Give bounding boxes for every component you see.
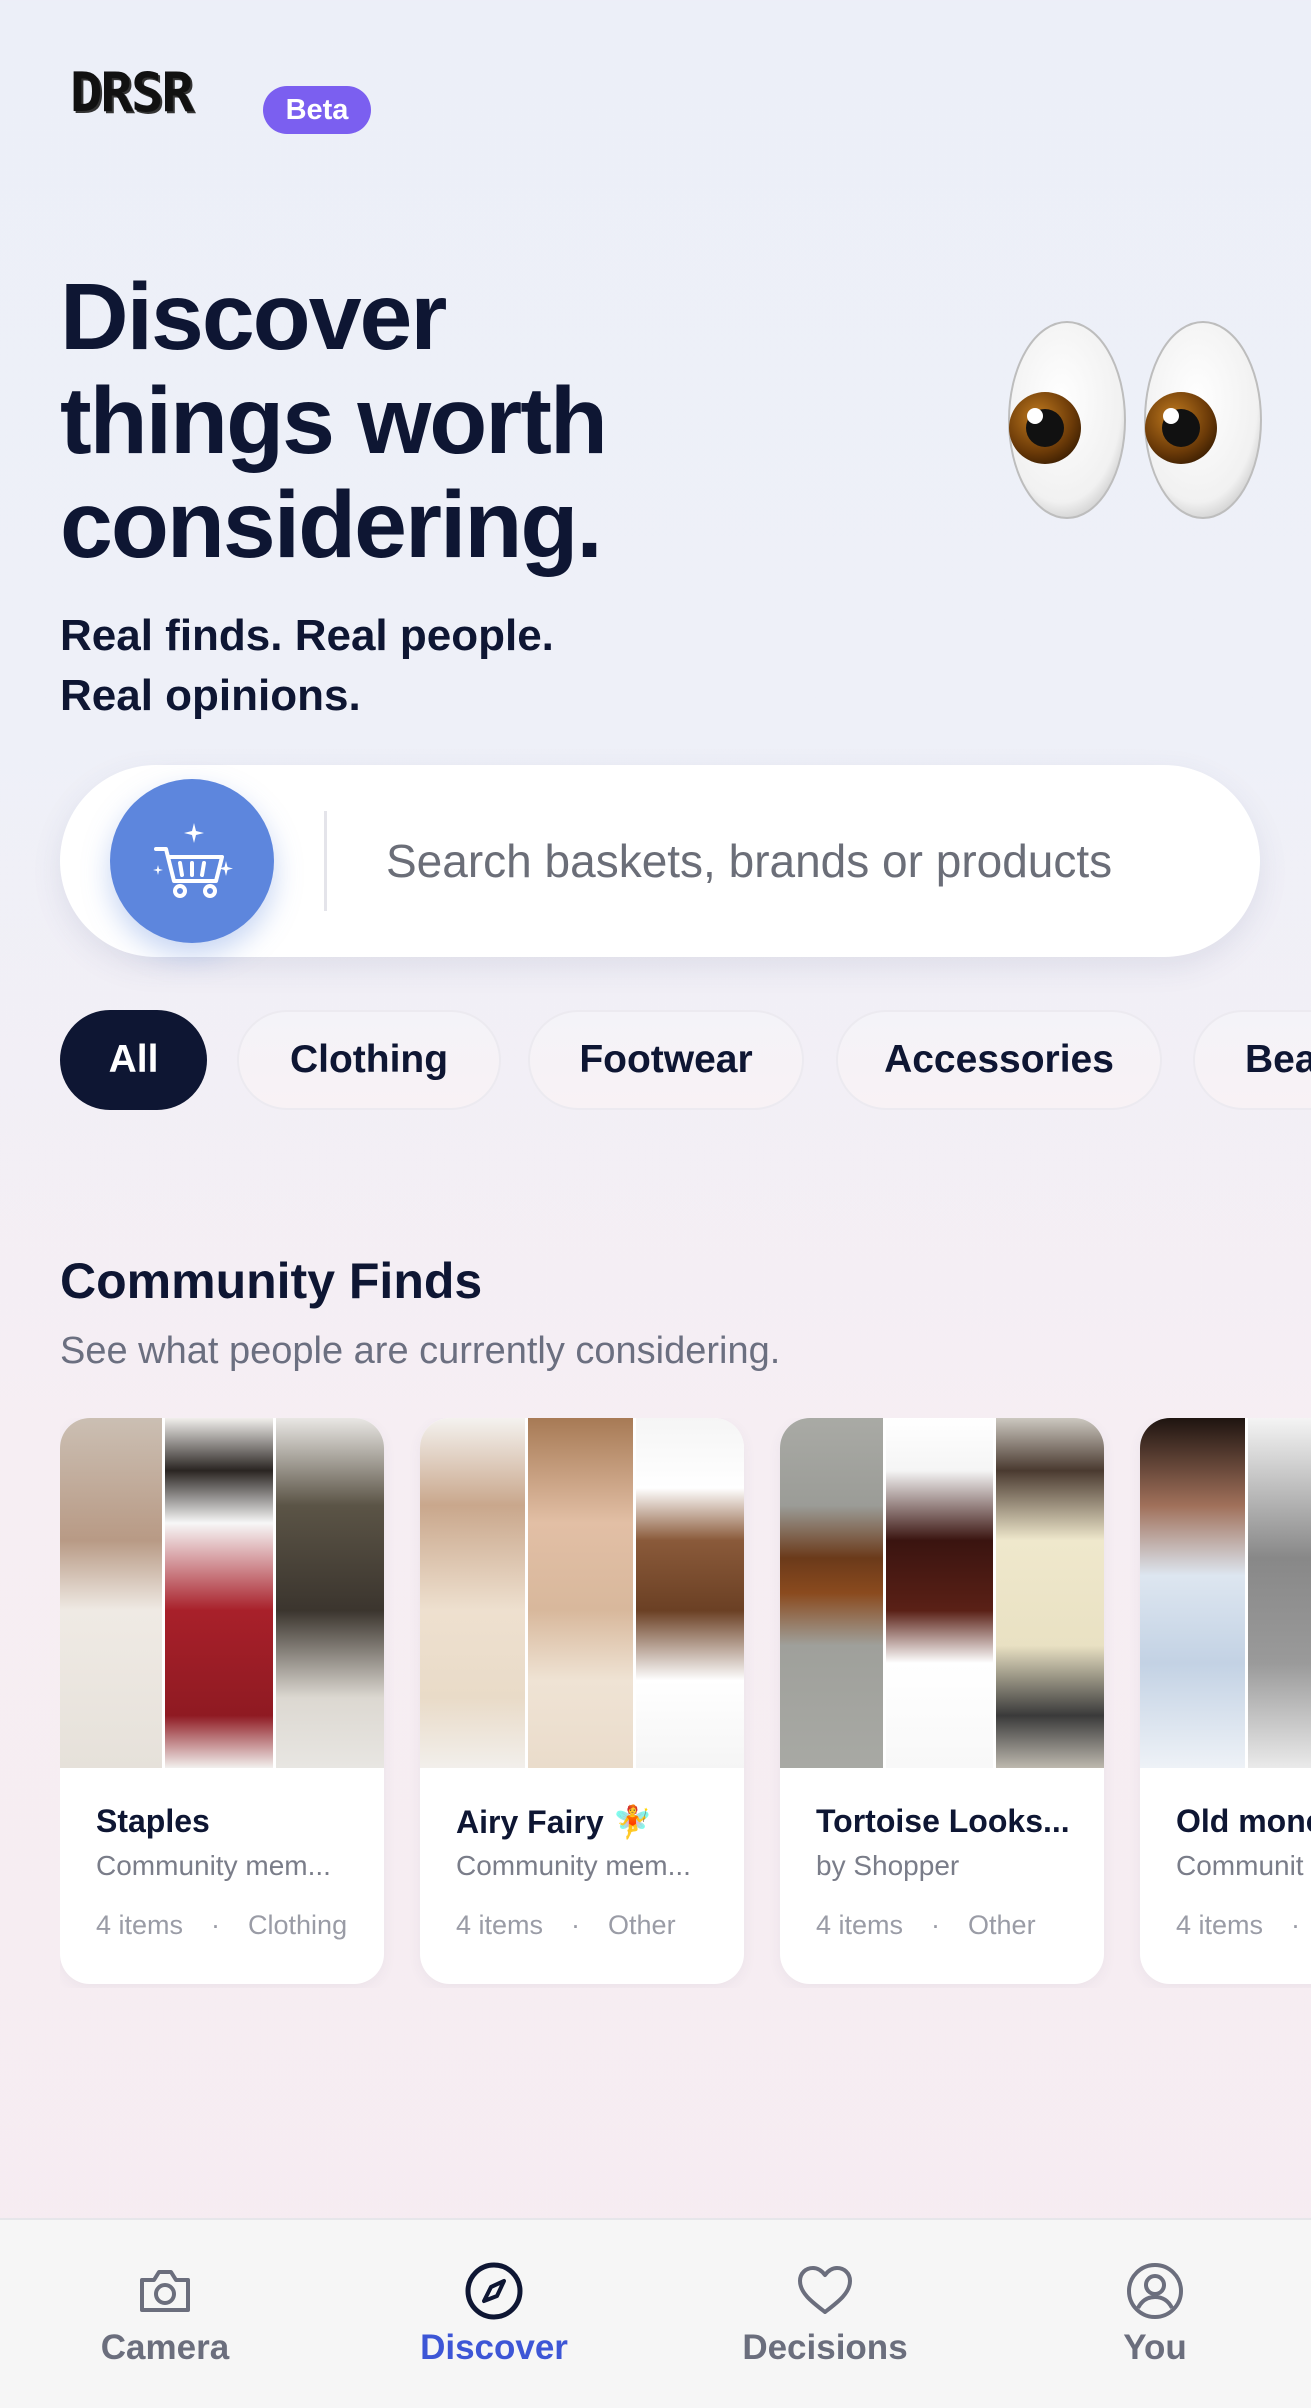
card-image-collage [60, 1418, 384, 1768]
logo-text: DRSR [70, 60, 194, 124]
tab-label: Discover [420, 2328, 568, 2367]
basket-card[interactable]: Staples Community mem... 4 items · Cloth… [60, 1418, 384, 1984]
section-title: Community Finds [60, 1253, 483, 1309]
tab-you[interactable]: You [1035, 2260, 1275, 2368]
basket-card[interactable]: Tortoise Looks... by Shopper 4 items · O… [780, 1418, 1104, 1984]
product-image [60, 1418, 165, 1768]
product-image [165, 1418, 276, 1768]
card-meta: 4 items · Other [456, 1910, 676, 1941]
heart-icon [798, 2266, 852, 2314]
tab-label: Decisions [742, 2328, 908, 2367]
card-title: Staples [96, 1803, 210, 1839]
product-image [276, 1418, 384, 1768]
card-item-count: 4 items [816, 1910, 904, 1940]
product-image [996, 1418, 1104, 1768]
card-author: by Shopper [816, 1850, 960, 1881]
chip-clothing[interactable]: Clothing [237, 1010, 501, 1110]
chip-footwear[interactable]: Footwear [528, 1010, 804, 1110]
chip-accessories[interactable]: Accessories [836, 1010, 1162, 1110]
tab-discover[interactable]: Discover [374, 2260, 614, 2368]
subline-line: Real opinions. [60, 671, 361, 720]
basket-card[interactable]: Old mone Communit 4 items · [1140, 1418, 1311, 1984]
beta-badge: Beta [263, 86, 371, 134]
tab-label: You [1123, 2328, 1187, 2367]
product-image [420, 1418, 528, 1768]
hero-subline: Real finds. Real people. Real opinions. [60, 606, 760, 726]
card-category: Other [608, 1910, 676, 1940]
cart-search-button[interactable] [110, 779, 274, 943]
meta-separator: · [1291, 1910, 1301, 1940]
camera-icon [140, 2270, 190, 2312]
meta-separator: · [571, 1910, 581, 1940]
product-image [528, 1418, 636, 1768]
meta-separator: · [931, 1910, 941, 1940]
product-image [886, 1418, 996, 1768]
tab-label: Camera [100, 2328, 230, 2367]
product-image [1248, 1418, 1311, 1768]
app-logo: DRSR [70, 60, 194, 124]
card-meta: 4 items · Clothing [96, 1910, 347, 1941]
search-divider [324, 811, 327, 911]
headline-line: considering. [60, 472, 603, 578]
compass-icon [465, 2262, 523, 2320]
card-author: Community mem... [96, 1850, 331, 1881]
tab-decisions[interactable]: Decisions [705, 2260, 945, 2368]
eyes-emoji [1008, 321, 1262, 519]
product-image [1140, 1418, 1248, 1768]
card-meta: 4 items · Other [816, 1910, 1036, 1941]
card-item-count: 4 items [1176, 1910, 1264, 1940]
card-title: Tortoise Looks... [816, 1803, 1070, 1839]
chip-all[interactable]: All [60, 1010, 207, 1110]
basket-card[interactable]: Airy Fairy 🧚 Community mem... 4 items · … [420, 1418, 744, 1984]
card-item-count: 4 items [456, 1910, 544, 1940]
search-bar [60, 765, 1260, 957]
card-meta: 4 items · [1176, 1910, 1300, 1941]
product-image [780, 1418, 886, 1768]
tab-camera[interactable]: Camera [45, 2260, 285, 2368]
chip-beauty[interactable]: Bea [1193, 1010, 1311, 1110]
card-category: Clothing [248, 1910, 348, 1940]
category-chips: All Clothing Footwear Accessories Bea [60, 1010, 1311, 1116]
cart-sparkle-icon [153, 823, 233, 898]
headline-line: things worth [60, 368, 608, 474]
card-category: Other [968, 1910, 1036, 1940]
card-image-collage [1140, 1418, 1311, 1768]
card-title: Old mone [1176, 1803, 1311, 1839]
headline-line: Discover [60, 264, 447, 370]
card-item-count: 4 items [96, 1910, 184, 1940]
card-author: Community mem... [456, 1850, 691, 1881]
hero-headline: Discover things worth considering. [60, 265, 760, 577]
search-input[interactable] [386, 821, 1166, 901]
card-title: Airy Fairy 🧚 [456, 1804, 653, 1840]
card-author: Communit [1176, 1850, 1304, 1881]
bottom-tab-bar: Camera Discover Decisions You [0, 2218, 1311, 2408]
subline-line: Real finds. Real people. [60, 611, 554, 660]
community-cards: Staples Community mem... 4 items · Cloth… [60, 1418, 1311, 1988]
product-image [636, 1418, 744, 1768]
user-icon [1127, 2263, 1183, 2319]
card-image-collage [420, 1418, 744, 1768]
section-subtitle: See what people are currently considerin… [60, 1330, 781, 1372]
card-image-collage [780, 1418, 1104, 1768]
meta-separator: · [211, 1910, 221, 1940]
